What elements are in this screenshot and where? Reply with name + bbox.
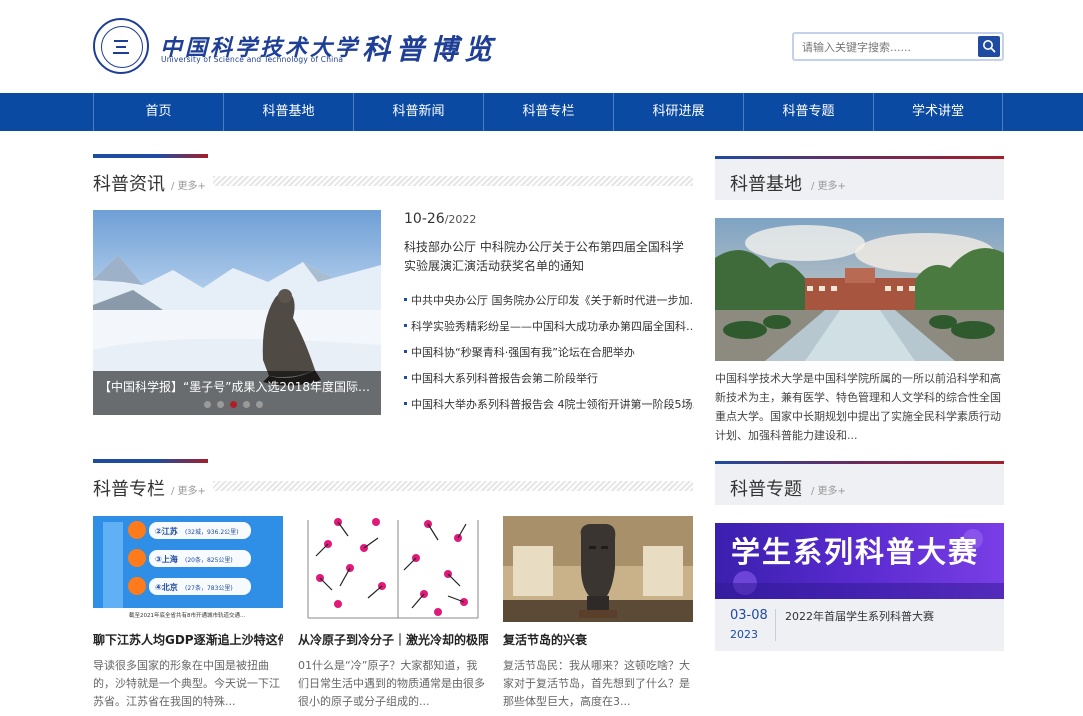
news-list-item[interactable]: 中国科大举办系列科普报告会 4院士领衔开讲第一阶段5场… bbox=[404, 396, 694, 422]
column-section-title: 科普专栏 bbox=[93, 479, 165, 500]
logo-english-name: University of Science and Technology of … bbox=[161, 55, 344, 64]
university-seal-logo[interactable] bbox=[93, 18, 149, 74]
column-card[interactable]: 从冷原子到冷分子｜激光冷却的极限… 01什么是“冷”原子？大家都知道，我们日常生… bbox=[298, 516, 488, 711]
section-accent-line bbox=[715, 461, 1004, 464]
card-description: 复活节岛民：我从哪来？这顿吃啥？大家对于复活节岛，首先想到了什么？是那些体型巨大… bbox=[503, 659, 690, 708]
card-title[interactable]: 从冷原子到冷分子｜激光冷却的极限… bbox=[298, 631, 488, 648]
nav-item-topic[interactable]: 科普专题 bbox=[743, 93, 873, 131]
slider-dot[interactable] bbox=[243, 401, 250, 408]
nav-item-column[interactable]: 科普专栏 bbox=[483, 93, 613, 131]
card-label: ②江苏 bbox=[155, 526, 178, 536]
featured-news-date: 10-26/2022 bbox=[404, 211, 476, 227]
search-input[interactable] bbox=[802, 37, 974, 57]
campus-image bbox=[715, 218, 1004, 361]
topic-more-link[interactable]: / 更多+ bbox=[811, 482, 846, 497]
base-more-link[interactable]: / 更多+ bbox=[811, 177, 846, 192]
main-nav: 首页 科普基地 科普新闻 科普专栏 科研进展 科普专题 学术讲堂 bbox=[0, 93, 1083, 131]
search-icon bbox=[983, 40, 996, 53]
news-list-item[interactable]: 科学实验秀精彩纷呈——中国科大成功承办第四届全国科… bbox=[404, 318, 694, 344]
nav-item-lecture[interactable]: 学术讲堂 bbox=[873, 93, 1003, 131]
news-more-link[interactable]: / 更多+ bbox=[171, 177, 206, 192]
section-accent-line bbox=[93, 459, 208, 463]
card-description: 导读很多国家的形象在中国是被扭曲的，沙特就是一个典型。今天说一下江苏省。江苏省在… bbox=[93, 659, 280, 708]
column-card[interactable]: ②江苏 (32城，936.2公里) ③上海 (20条，825公里) ④北京 (2… bbox=[93, 516, 283, 711]
slider-dot[interactable] bbox=[204, 401, 211, 408]
slider-dot-active[interactable] bbox=[230, 401, 237, 408]
easter-island-image bbox=[503, 516, 693, 622]
section-accent-line bbox=[93, 154, 208, 158]
card-label: (20条，825公里) bbox=[185, 556, 233, 564]
card-image[interactable]: ②江苏 (32城，936.2公里) ③上海 (20条，825公里) ④北京 (2… bbox=[93, 516, 283, 622]
base-section-header: 科普基地 / 更多+ bbox=[715, 156, 1004, 200]
topic-banner-text: 学生系列科普大赛 bbox=[731, 535, 980, 569]
topic-banner[interactable]: 学生系列科普大赛 bbox=[715, 523, 1004, 599]
card-label: (32城，936.2公里) bbox=[185, 529, 239, 536]
card-description: 01什么是“冷”原子？大家都知道，我们日常生活中遇到的物质通常是由很多很小的原子… bbox=[298, 659, 485, 708]
card-title[interactable]: 复活节岛的兴衰 bbox=[503, 631, 693, 648]
column-more-link[interactable]: / 更多+ bbox=[171, 482, 206, 497]
slider-dot[interactable] bbox=[256, 401, 263, 408]
featured-date-year: /2022 bbox=[444, 213, 477, 226]
column-card[interactable]: 复活节岛的兴衰 复活节岛民：我从哪来？这顿吃啥？大家对于复活节岛，首先想到了什么… bbox=[503, 516, 693, 711]
site-subtitle[interactable]: 科普博览 bbox=[362, 28, 498, 68]
news-slider[interactable]: 【中国科学报】“墨子号”成果入选2018年度国际… bbox=[93, 210, 381, 415]
gdp-infographic-image: ②江苏 (32城，936.2公里) ③上海 (20条，825公里) ④北京 (2… bbox=[93, 516, 283, 622]
news-section-header: 科普资讯 / 更多+ bbox=[93, 154, 693, 195]
search-box bbox=[792, 32, 1004, 61]
topic-item-title[interactable]: 2022年首届学生系列科普大赛 bbox=[785, 608, 934, 624]
card-label: ④北京 bbox=[155, 582, 178, 592]
news-list-item[interactable]: 中国科协“秒聚青科·强国有我”论坛在合肥举办 bbox=[404, 344, 694, 370]
topic-divider bbox=[775, 609, 776, 641]
topic-date: 03-08 bbox=[730, 608, 768, 623]
topic-section-header: 科普专题 / 更多+ bbox=[715, 461, 1004, 505]
slider-dot[interactable] bbox=[217, 401, 224, 408]
topic-section-title: 科普专题 bbox=[730, 479, 802, 500]
topic-year: 2023 bbox=[730, 628, 758, 641]
card-title[interactable]: 聊下江苏人均GDP逐渐追上沙特这件… bbox=[93, 631, 283, 648]
featured-date-day: 10-26 bbox=[404, 211, 445, 227]
nav-item-research[interactable]: 科研进展 bbox=[613, 93, 743, 131]
card-label: ③上海 bbox=[155, 554, 178, 564]
section-stripe-divider bbox=[213, 481, 693, 491]
news-list-item[interactable]: 中共中央办公厅 国务院办公厅印发《关于新时代进一步加… bbox=[404, 292, 694, 318]
featured-news-title[interactable]: 科技部办公厅 中科院办公厅关于公布第四届全国科学实验展演汇演活动获奖名单的通知 bbox=[404, 238, 694, 276]
column-section-header: 科普专栏 / 更多+ bbox=[93, 459, 693, 500]
news-list-item[interactable]: 中国科大系列科普报告会第二阶段举行 bbox=[404, 370, 694, 396]
base-description: 中国科学技术大学是中国科学院所属的一所以前沿科学和高新技术为主，兼有医学、特色管… bbox=[715, 372, 1001, 442]
site-header: 中国科学技术大学 University of Science and Techn… bbox=[0, 0, 1083, 93]
nav-item-home[interactable]: 首页 bbox=[93, 93, 223, 131]
nav-item-news[interactable]: 科普新闻 bbox=[353, 93, 483, 131]
slider-caption[interactable]: 【中国科学报】“墨子号”成果入选2018年度国际… bbox=[93, 371, 381, 415]
slider-dots bbox=[204, 401, 263, 408]
news-list: 中共中央办公厅 国务院办公厅印发《关于新时代进一步加… 科学实验秀精彩纷呈——中… bbox=[404, 292, 694, 422]
card-label: (27条，783公里) bbox=[185, 584, 233, 592]
news-section-title: 科普资讯 bbox=[93, 174, 165, 195]
card-label: 截至2021年底全省共有8市开通城市轨道交通... bbox=[129, 611, 245, 619]
topic-list-item[interactable]: 03-08 2023 2022年首届学生系列科普大赛 bbox=[715, 599, 1004, 651]
base-section-title: 科普基地 bbox=[730, 174, 802, 195]
card-image[interactable] bbox=[298, 516, 488, 622]
search-button[interactable] bbox=[978, 36, 1000, 57]
campus-photo[interactable] bbox=[715, 218, 1004, 361]
nav-item-base[interactable]: 科普基地 bbox=[223, 93, 353, 131]
card-image[interactable] bbox=[503, 516, 693, 622]
cold-atoms-image bbox=[298, 516, 488, 622]
section-accent-line bbox=[715, 156, 1004, 159]
section-stripe-divider bbox=[213, 176, 693, 186]
